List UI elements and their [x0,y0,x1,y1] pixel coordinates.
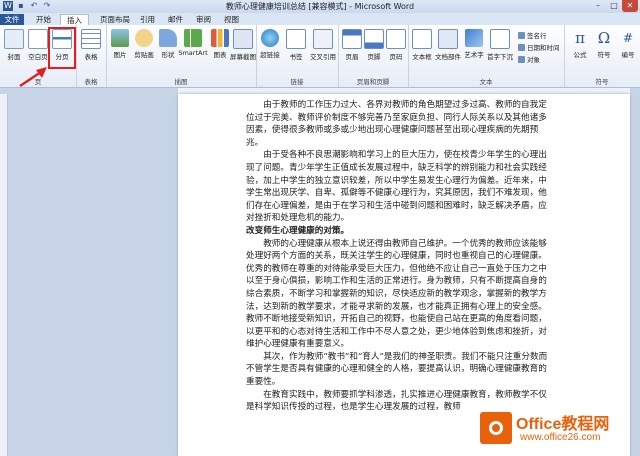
window-title: 教师心理健康培训总结 [兼容模式] - Microsoft Word [225,2,415,11]
hyperlink-button[interactable]: 超链接 [258,29,282,59]
signature-line-button[interactable]: 签名行 [518,30,547,40]
group-links: 超链接 书签 交叉引用 链接 [256,25,339,87]
cross-reference-icon [313,29,333,49]
ribbon: 封面 空白页 分页 页 表格 表格 图片 剪贴画 形状 SmartArt 图表 … [0,25,640,88]
tab-references[interactable]: 引用 [134,14,161,25]
maximize-button[interactable]: □ [606,0,622,12]
header-button[interactable]: 页眉 [340,29,364,61]
vertical-ruler [0,94,8,456]
group-header-footer-label: 页眉和页脚 [356,78,390,86]
clipart-icon [135,29,153,47]
paragraph[interactable]: 教师的心理健康从根本上说还得由教师自己维护。一个优秀的教师应该能够处理好两个方面… [246,238,548,351]
cover-page-icon [4,29,24,49]
group-table: 表格 表格 [76,25,107,87]
group-symbols: π 公式 Ω 符号 # 编号 符号 [564,25,640,87]
group-illustrations-label: 插图 [174,78,188,86]
blank-page-button[interactable]: 空白页 [26,29,50,61]
quick-parts-button[interactable]: 文档部件 [434,29,462,61]
blank-page-icon [28,29,48,49]
paragraph[interactable]: 其次，作为教师“教书”和“育人”是我们的神圣职责。我们不能只注重分数而不管学生是… [246,351,548,389]
pi-icon: π [575,29,585,47]
footer-button[interactable]: 页脚 [362,29,386,61]
symbol-button[interactable]: Ω 符号 [592,29,616,59]
paragraph[interactable]: 由于受各种不良思潮影响和学习上的巨大压力，使在校青少年学生的心理出现了问题。青少… [246,149,548,225]
calendar-icon [518,44,525,51]
object-icon [518,56,525,63]
footer-icon [364,29,384,49]
bookmark-button[interactable]: 书签 [284,29,308,61]
screenshot-button[interactable]: 屏幕截图 [230,29,256,61]
tab-review[interactable]: 审阅 [190,14,217,25]
group-symbols-label: 符号 [595,78,609,86]
tab-view[interactable]: 视图 [218,14,245,25]
table-button[interactable]: 表格 [79,29,103,61]
wordart-icon [465,29,483,47]
omega-icon: Ω [597,29,611,47]
picture-icon [111,29,129,47]
tab-page-layout[interactable]: 页面布局 [94,14,136,25]
watermark: Office教程网 www.office26.com [480,408,640,456]
shapes-icon [159,29,177,47]
smartart-icon [184,29,202,47]
textbox-button[interactable]: 文本框 [410,29,434,61]
clipart-button[interactable]: 剪贴画 [132,29,156,59]
group-text-label: 文本 [479,78,493,86]
picture-button[interactable]: 图片 [108,29,132,59]
cross-reference-button[interactable]: 交叉引用 [308,29,338,61]
chart-icon [211,29,229,47]
wordart-button[interactable]: 艺术字 [462,29,486,59]
group-pages-label: 页 [34,78,42,86]
number-button[interactable]: # 编号 [616,29,640,59]
smartart-button[interactable]: SmartArt [178,29,208,57]
shapes-button[interactable]: 形状 [156,29,180,59]
textbox-icon [412,29,432,49]
close-button[interactable]: ✕ [622,0,638,12]
ribbon-tabs: 文件 开始 插入 页面布局 引用 邮件 审阅 视图 [0,13,640,26]
page-number-icon [386,29,406,49]
chart-button[interactable]: 图表 [208,29,232,59]
tab-home[interactable]: 开始 [30,14,57,25]
drop-cap-icon [490,29,510,49]
window-controls: – □ ✕ [590,0,638,12]
table-icon [81,29,101,49]
tab-mailings[interactable]: 邮件 [162,14,189,25]
signature-icon [518,32,525,39]
page-number-button[interactable]: 页码 [384,29,408,61]
group-header-footer: 页眉 页脚 页码 页眉和页脚 [338,25,409,87]
document-page[interactable]: 由于教师的工作压力过大、各界对教师的角色期望过多过高、教师的自我定位过于完美、教… [178,94,630,456]
drop-cap-button[interactable]: 首字下沉 [486,29,514,61]
page-break-highlight [48,27,76,69]
title-bar: W ▪ ↶ ↷ 教师心理健康培训总结 [兼容模式] - Microsoft Wo… [0,0,640,14]
date-time-button[interactable]: 日期和时间 [518,42,560,52]
group-table-label: 表格 [84,78,98,86]
watermark-title: Office教程网 [516,416,610,433]
group-illustrations: 图片 剪贴画 形状 SmartArt 图表 屏幕截图 插图 [106,25,257,87]
header-icon [342,29,362,49]
quick-parts-icon [438,29,458,49]
object-button[interactable]: 对象 [518,54,540,64]
group-text: 文本框 文档部件 艺术字 首字下沉 签名行 日期和时间 对象 文本 [408,25,565,87]
paragraph[interactable]: 由于教师的工作压力过大、各界对教师的角色期望过多过高、教师的自我定位过于完美、教… [246,99,548,149]
number-sign-icon: # [622,31,634,45]
tab-file[interactable]: 文件 [0,14,24,25]
screenshot-icon [233,29,253,49]
equation-button[interactable]: π 公式 [568,29,592,59]
section-heading[interactable]: 改变师生心理健康的对策。 [246,225,548,238]
office-logo-icon [480,412,512,444]
cover-page-button[interactable]: 封面 [2,29,26,61]
document-body[interactable]: 由于教师的工作压力过大、各界对教师的角色期望过多过高、教师的自我定位过于完美、教… [246,99,548,414]
globe-link-icon [261,29,279,47]
minimize-button[interactable]: – [590,0,606,12]
group-links-label: 链接 [290,78,304,86]
watermark-url: www.office26.com [520,432,601,443]
bookmark-icon [286,29,306,49]
